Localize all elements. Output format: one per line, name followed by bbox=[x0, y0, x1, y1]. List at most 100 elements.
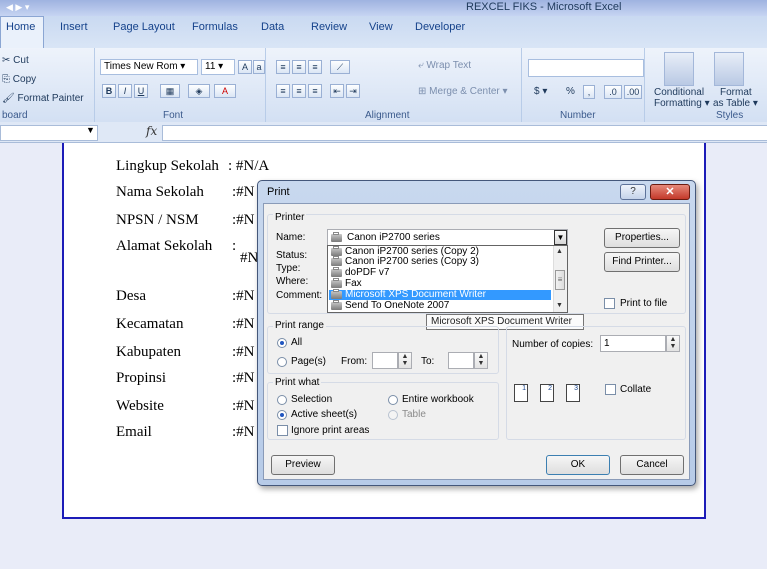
copies-input[interactable]: 1 bbox=[600, 335, 666, 352]
where-label: Where: bbox=[276, 276, 309, 287]
value-npsn-nsm: :#N bbox=[232, 212, 255, 228]
ok-button[interactable]: OK bbox=[546, 455, 610, 475]
type-label: Type: bbox=[276, 263, 301, 274]
find-printer-button[interactable]: Find Printer... bbox=[604, 252, 680, 272]
underline-button[interactable]: U bbox=[134, 84, 148, 98]
print-to-file-checkbox[interactable] bbox=[604, 298, 615, 309]
formula-input[interactable] bbox=[162, 125, 767, 141]
merge-center-button[interactable]: ⊞ Merge & Center ▾ bbox=[418, 86, 508, 97]
comma-style-icon[interactable]: , bbox=[583, 85, 595, 99]
increase-indent-icon[interactable]: ⇥ bbox=[346, 84, 360, 98]
tab-view[interactable]: View bbox=[369, 21, 393, 33]
all-radio[interactable] bbox=[277, 338, 287, 348]
value-alamat-sekolah: #N bbox=[240, 250, 259, 266]
shrink-font-icon[interactable]: a bbox=[253, 60, 265, 74]
format-as-table-icon[interactable] bbox=[714, 52, 744, 86]
cut-button[interactable]: ✂ Cut bbox=[2, 55, 29, 66]
list-item-selected[interactable]: Microsoft XPS Document Writer bbox=[329, 289, 551, 300]
properties-button[interactable]: Properties... bbox=[604, 228, 680, 248]
format-as-table-button[interactable]: Format bbox=[720, 87, 752, 98]
copy-button[interactable]: ⎘ Copy bbox=[2, 74, 36, 85]
list-item[interactable]: Send To OneNote 2007 bbox=[329, 300, 551, 311]
collate-checkbox[interactable] bbox=[605, 384, 616, 395]
page-copy-icon: 2 bbox=[540, 384, 554, 402]
status-label: Status: bbox=[276, 250, 308, 261]
font-color-icon[interactable]: A bbox=[214, 84, 236, 98]
align-center-icon[interactable]: ≡ bbox=[292, 84, 306, 98]
tab-insert[interactable]: Insert bbox=[60, 21, 88, 33]
fill-color-icon[interactable]: ◈ bbox=[188, 84, 210, 98]
preview-button[interactable]: Preview bbox=[271, 455, 335, 475]
name-box-dropdown-icon[interactable]: ▼ bbox=[86, 125, 95, 135]
page-copy-icon: 3 bbox=[566, 384, 580, 402]
currency-button[interactable]: $ ▾ bbox=[534, 86, 547, 97]
conditional-formatting-button[interactable]: Conditional bbox=[654, 87, 704, 98]
to-input[interactable] bbox=[448, 352, 474, 369]
conditional-formatting-icon[interactable] bbox=[664, 52, 694, 86]
align-middle-icon[interactable]: ≡ bbox=[292, 60, 306, 74]
format-painter-label: Format Painter bbox=[17, 93, 84, 104]
decrease-indent-icon[interactable]: ⇤ bbox=[330, 84, 344, 98]
align-bottom-icon[interactable]: ≡ bbox=[308, 60, 322, 74]
all-label: All bbox=[291, 337, 303, 348]
from-spinner-icon[interactable]: ▲ ▼ bbox=[398, 352, 412, 369]
decrease-decimal-icon[interactable]: .00 bbox=[624, 85, 642, 99]
tab-page-layout[interactable]: Page Layout bbox=[113, 21, 175, 33]
percent-button[interactable]: % bbox=[566, 86, 575, 97]
help-button[interactable]: ? bbox=[620, 184, 646, 200]
label-npsn-nsm: NPSN / NSM bbox=[116, 212, 199, 228]
wrap-text-label: Wrap Text bbox=[426, 60, 472, 71]
font-size-select[interactable]: 11 ▾ bbox=[201, 59, 235, 75]
wrap-text-button[interactable]: ⤶ Wrap Text bbox=[418, 60, 471, 71]
merge-label: Merge & Center bbox=[429, 86, 500, 97]
pages-radio[interactable] bbox=[277, 357, 287, 367]
entire-workbook-radio[interactable] bbox=[388, 395, 398, 405]
increase-decimal-icon[interactable]: .0 bbox=[604, 85, 622, 99]
conditional-formatting-button-line2[interactable]: Formatting ▾ bbox=[654, 98, 710, 109]
to-spinner-icon[interactable]: ▲ ▼ bbox=[474, 352, 488, 369]
align-right-icon[interactable]: ≡ bbox=[308, 84, 322, 98]
list-item[interactable]: doPDF v7 bbox=[329, 267, 551, 278]
from-input[interactable] bbox=[372, 352, 398, 369]
copy-icon: ⎘ bbox=[2, 74, 10, 85]
list-item[interactable]: Canon iP2700 series (Copy 3) bbox=[329, 256, 551, 267]
copies-spinner-icon[interactable]: ▲ ▼ bbox=[666, 335, 680, 352]
format-painter-button[interactable]: 🖌 Format Painter bbox=[2, 93, 84, 104]
orientation-icon[interactable]: ⟋ bbox=[330, 60, 350, 74]
active-sheets-radio[interactable] bbox=[277, 410, 287, 420]
close-button[interactable]: ✕ bbox=[650, 184, 690, 200]
quick-access-toolbar[interactable]: ◀ ▶ ▾ bbox=[6, 2, 29, 13]
tab-data[interactable]: Data bbox=[261, 21, 284, 33]
printer-group-label: Printer bbox=[273, 212, 307, 223]
copy-label: Copy bbox=[12, 74, 37, 85]
tab-formulas[interactable]: Formulas bbox=[192, 21, 238, 33]
scroll-thumb[interactable]: ≡ bbox=[555, 270, 565, 290]
comment-label: Comment: bbox=[276, 290, 323, 301]
borders-icon[interactable]: ▦ bbox=[160, 84, 180, 98]
scroll-down-icon[interactable]: ▼ bbox=[556, 302, 563, 309]
tab-review[interactable]: Review bbox=[311, 21, 347, 33]
number-group-label: Number bbox=[560, 110, 596, 121]
merge-icon: ⊞ bbox=[418, 86, 427, 97]
bold-button[interactable]: B bbox=[102, 84, 116, 98]
tab-developer[interactable]: Developer bbox=[415, 21, 465, 33]
italic-button[interactable]: I bbox=[118, 84, 132, 98]
grow-font-icon[interactable]: A bbox=[238, 60, 252, 74]
align-left-icon[interactable]: ≡ bbox=[276, 84, 290, 98]
align-top-icon[interactable]: ≡ bbox=[276, 60, 290, 74]
ignore-print-areas-checkbox[interactable] bbox=[277, 425, 288, 436]
insert-function-button[interactable]: fx bbox=[146, 124, 157, 138]
copies-label: Number of copies: bbox=[512, 339, 594, 350]
scroll-up-icon[interactable]: ▲ bbox=[556, 248, 563, 255]
name-box[interactable] bbox=[0, 125, 98, 141]
printer-name-select[interactable]: Canon iP2700 series bbox=[327, 229, 568, 246]
list-item[interactable]: Fax bbox=[329, 278, 551, 289]
cancel-button[interactable]: Cancel bbox=[620, 455, 684, 475]
format-as-table-button-line2[interactable]: as Table ▾ bbox=[713, 98, 758, 109]
printer-dropdown-arrow-icon[interactable]: ▼ bbox=[554, 230, 567, 245]
font-name-select[interactable]: Times New Rom ▾ bbox=[100, 59, 198, 75]
label-lingkup-sekolah: Lingkup Sekolah bbox=[116, 158, 219, 174]
selection-radio[interactable] bbox=[277, 395, 287, 405]
number-format-select[interactable] bbox=[528, 59, 644, 77]
tab-home-label[interactable]: Home bbox=[6, 21, 35, 33]
